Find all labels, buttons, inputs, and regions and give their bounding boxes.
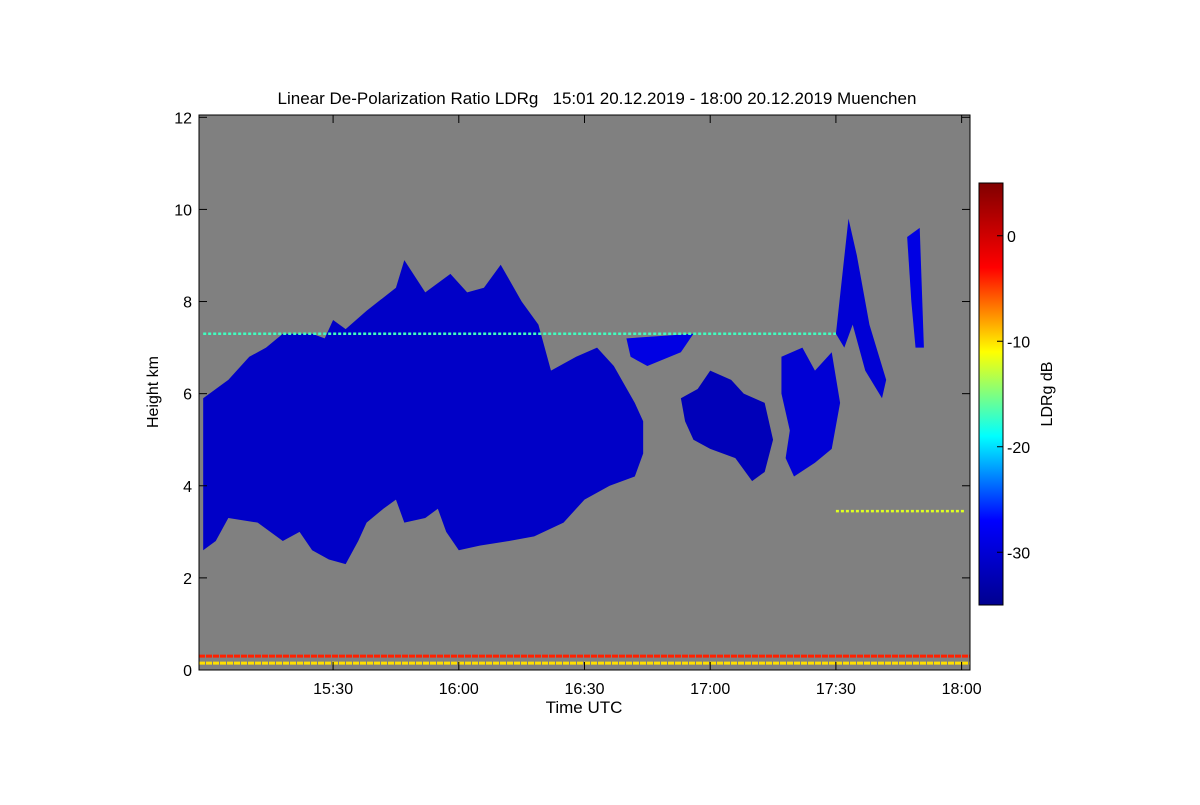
- x-tick-label: 17:30: [816, 681, 856, 698]
- y-tick-label: 12: [174, 110, 192, 127]
- y-tick-label: 4: [183, 479, 192, 496]
- x-axis-label: Time UTC: [546, 698, 623, 717]
- y-tick-label: 0: [183, 663, 192, 680]
- x-tick-label: 16:00: [439, 681, 479, 698]
- chart-container: Linear De-Polarization Ratio LDRg 15:01 …: [0, 0, 1200, 800]
- colorbar-tick-label: 0: [1007, 229, 1016, 246]
- ldr-time-height-plot: Linear De-Polarization Ratio LDRg 15:01 …: [145, 89, 1056, 717]
- y-tick-label: 6: [183, 387, 192, 404]
- colorbar-tick-label: -10: [1007, 334, 1030, 351]
- colorbar-label: LDRg dB: [1039, 362, 1056, 427]
- y-axis-label: Height km: [145, 356, 162, 428]
- chart-title: Linear De-Polarization Ratio LDRg 15:01 …: [278, 89, 917, 108]
- colorbar-tick-label: -30: [1007, 545, 1030, 562]
- x-tick-label: 16:30: [564, 681, 604, 698]
- x-tick-label: 18:00: [942, 681, 982, 698]
- x-tick-label: 15:30: [313, 681, 353, 698]
- y-tick-label: 10: [174, 202, 192, 219]
- x-tick-label: 17:00: [690, 681, 730, 698]
- y-tick-label: 8: [183, 295, 192, 312]
- colorbar-tick-label: -20: [1007, 440, 1030, 457]
- colorbar: [978, 182, 1004, 606]
- y-tick-label: 2: [183, 571, 192, 588]
